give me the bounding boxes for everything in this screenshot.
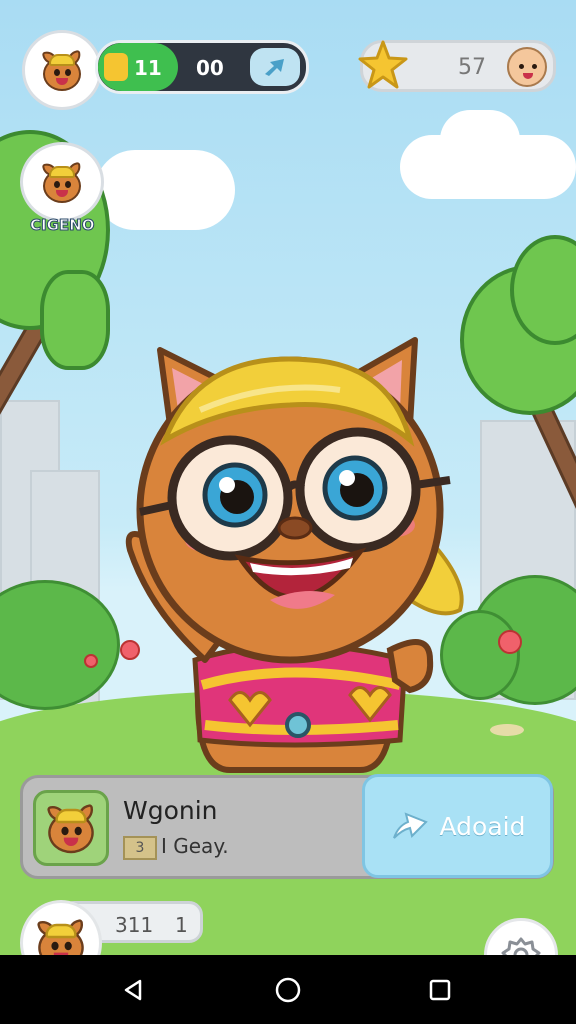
lightning-icon (104, 53, 128, 81)
bush (0, 580, 120, 710)
flower (84, 654, 98, 668)
system-nav-bar (0, 955, 576, 1024)
recents-square-icon (429, 979, 451, 1001)
recents-button[interactable] (423, 973, 457, 1007)
action-button[interactable]: Adoaid (362, 774, 553, 878)
energy-bar[interactable]: 11 00 (95, 40, 309, 94)
action-label: Adoaid (439, 811, 526, 841)
card-title: Wgonin (123, 796, 218, 825)
share-arrow-button[interactable] (250, 48, 300, 86)
home-circle-icon (275, 977, 301, 1003)
card-thumbnail (33, 790, 109, 866)
cat-face-icon (37, 159, 87, 205)
cat-face-icon (41, 800, 101, 855)
energy-count: 00 (196, 56, 224, 80)
flower (498, 630, 522, 654)
cloud (440, 110, 520, 170)
send-arrow-icon (392, 812, 428, 839)
home-button[interactable] (271, 973, 305, 1007)
counter-left: 311 (115, 913, 154, 937)
back-button[interactable] (116, 973, 150, 1007)
baby-avatar-icon (507, 47, 547, 87)
share-arrow-icon (265, 59, 284, 76)
cloud (95, 150, 235, 230)
stone (490, 724, 524, 736)
friend-label: CIGENO (29, 216, 95, 235)
player-avatar[interactable] (22, 30, 102, 110)
back-triangle-icon (124, 979, 142, 1001)
tree-canopy (40, 270, 110, 370)
stars-count: 57 (458, 55, 486, 80)
cat-face-icon (37, 47, 87, 93)
energy-value: 11 (134, 56, 162, 80)
stars-pill[interactable]: 57 (358, 40, 556, 92)
counter-right: 1 (175, 913, 188, 937)
main-character[interactable] (110, 330, 470, 780)
card-chip: 3 (123, 835, 157, 860)
star-icon (358, 40, 408, 89)
friend-avatar[interactable] (20, 142, 104, 222)
card-subtitle: 3I Geay. (123, 834, 229, 860)
card-subtitle-text: I Geay. (161, 834, 229, 858)
